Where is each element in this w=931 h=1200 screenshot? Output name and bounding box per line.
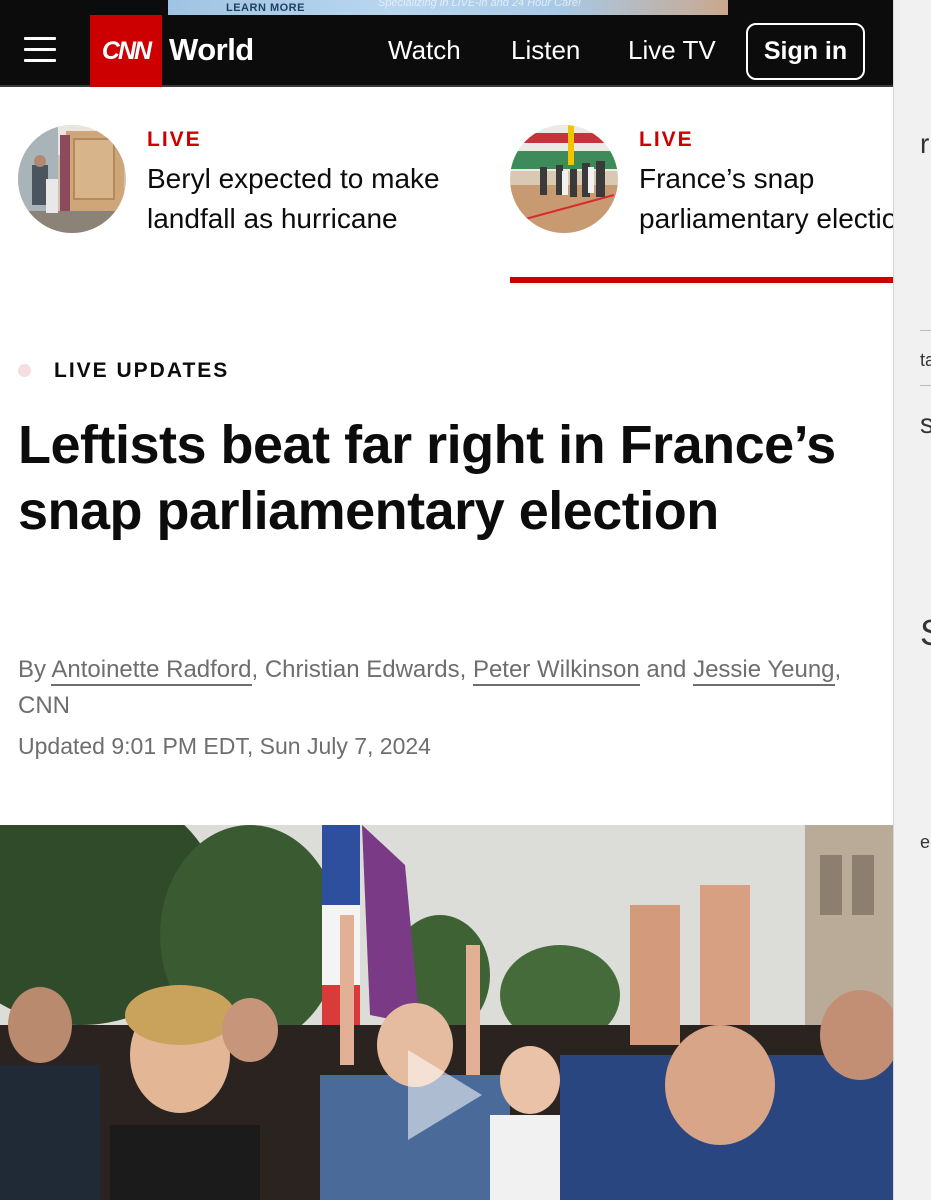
section-title[interactable]: World (169, 32, 254, 68)
ad-strip: LEARN MORE Specializing in LIVE-in and 2… (0, 0, 893, 15)
author-name: Christian Edwards (264, 656, 460, 683)
updated-timestamp: Updated 9:01 PM EDT, Sun July 7, 2024 (18, 733, 431, 759)
site-header: CNN World Watch Listen Live TV Sign in (0, 15, 893, 87)
hero-video-image[interactable] (0, 825, 893, 1200)
author-link[interactable]: Peter Wilkinson (472, 656, 640, 686)
byline-separator: , (251, 656, 259, 683)
byline-conjunction: and (646, 656, 687, 683)
live-updates-label: LIVE UPDATES (54, 359, 230, 382)
byline-prefix: By (18, 656, 47, 683)
byline: By Antoinette Radford, Christian Edwards… (18, 652, 878, 724)
live-card-thumbnail (18, 125, 126, 233)
author-link[interactable]: Jessie Yeung (693, 656, 835, 686)
byline-separator: , (459, 656, 467, 683)
sliver-divider (920, 385, 931, 386)
nav-live-tv[interactable]: Live TV (628, 35, 716, 66)
sign-in-button[interactable]: Sign in (746, 23, 865, 80)
cnn-logo-text: CNN (101, 36, 152, 65)
live-card-title[interactable]: Beryl expected to make landfall as hurri… (147, 159, 447, 238)
sliver-text: r (920, 128, 930, 159)
sliver-text: e (920, 832, 931, 852)
play-icon[interactable] (400, 1050, 490, 1140)
sliver-text: S (920, 612, 931, 654)
hamburger-menu-icon[interactable] (24, 33, 56, 65)
live-card-france-election[interactable]: LIVE France’s snap parliamentary electio… (510, 125, 913, 285)
live-card-thumbnail (510, 125, 618, 233)
active-card-indicator (510, 277, 893, 283)
adjacent-card-sliver: r ta s/ S e (893, 0, 931, 1200)
nav-watch[interactable]: Watch (388, 35, 461, 66)
sliver-text: s/ (920, 408, 931, 440)
cnn-logo[interactable]: CNN (90, 15, 162, 87)
sliver-text: ta (920, 350, 931, 370)
live-label: LIVE (147, 128, 202, 151)
live-card-title[interactable]: France’s snap parliamentary election (639, 159, 931, 238)
author-link[interactable]: Antoinette Radford (51, 656, 252, 686)
live-card-beryl[interactable]: LIVE Beryl expected to make landfall as … (18, 125, 478, 285)
sliver-divider (920, 330, 931, 331)
live-label: LIVE (639, 128, 694, 151)
article-headline: Leftists beat far right in France’s snap… (18, 415, 836, 541)
live-pulse-dot (18, 364, 31, 377)
ad-text: Specializing in LIVE-in and 24 Hour Care… (378, 0, 582, 9)
nav-listen[interactable]: Listen (511, 35, 580, 66)
ad-learn-more[interactable]: LEARN MORE (226, 2, 305, 14)
ad-banner[interactable]: LEARN MORE Specializing in LIVE-in and 2… (168, 0, 728, 15)
